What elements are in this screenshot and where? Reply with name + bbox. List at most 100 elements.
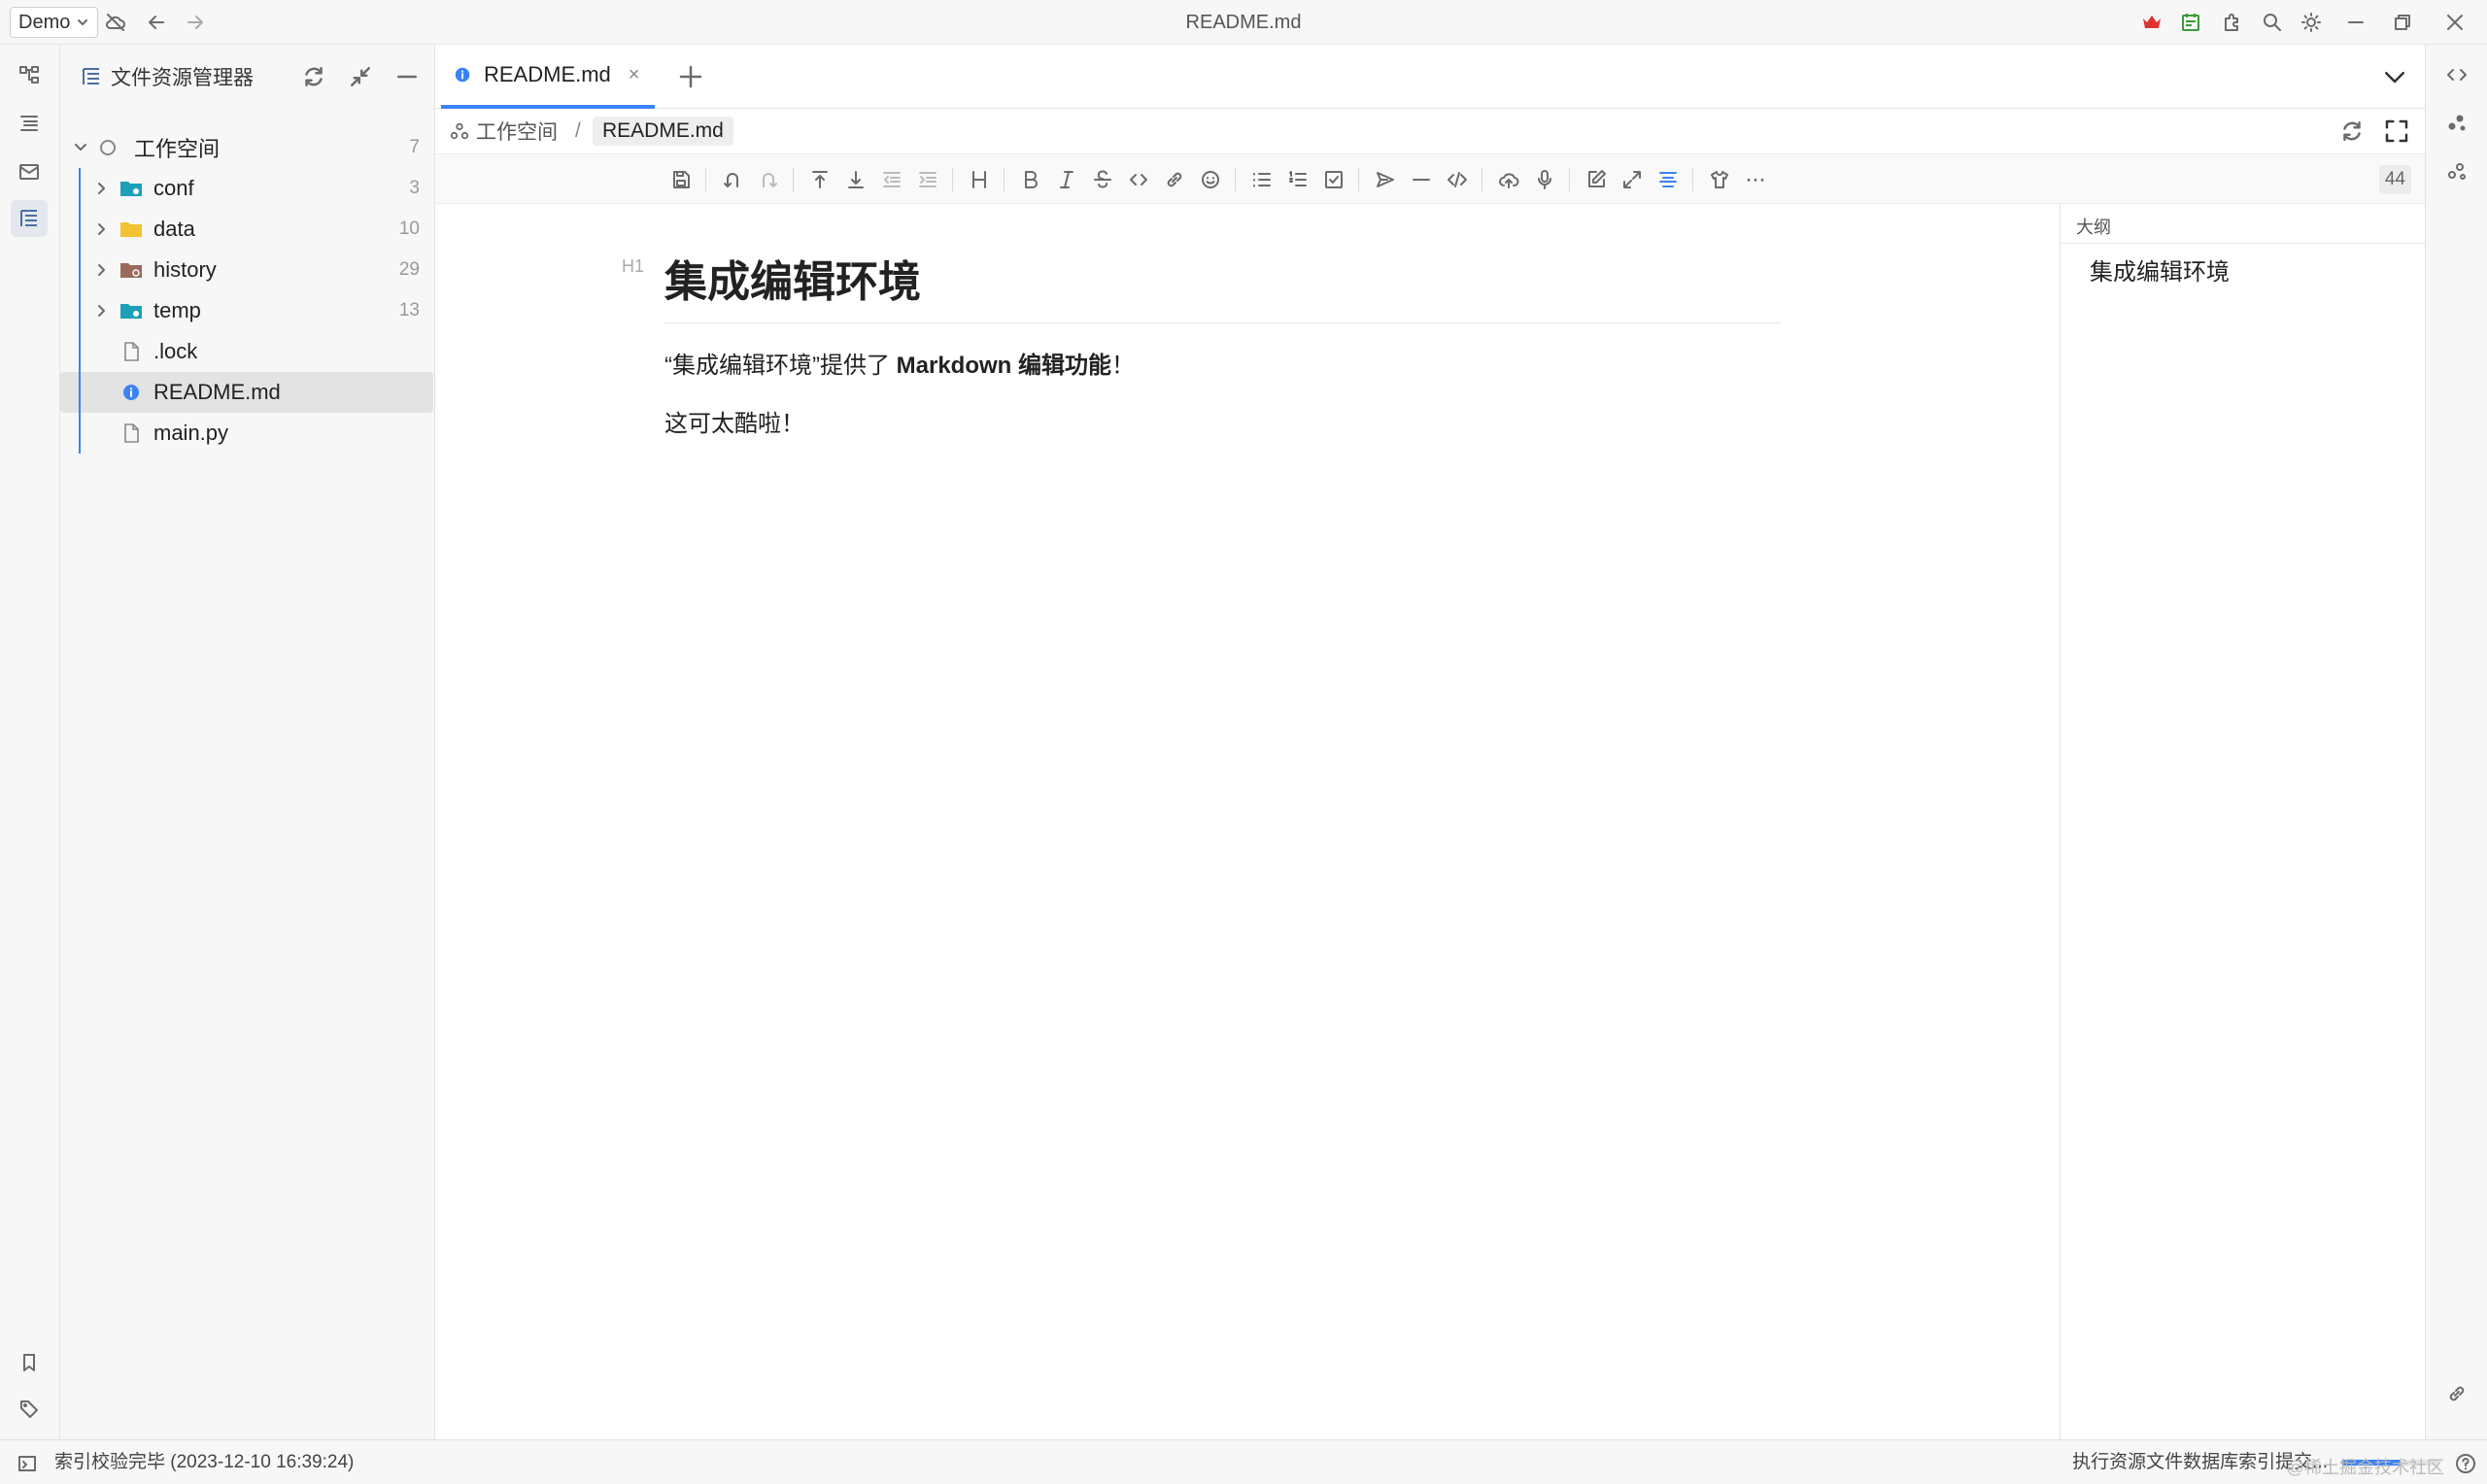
- horizontal-rule-icon[interactable]: [1407, 165, 1436, 194]
- heading-icon[interactable]: [965, 165, 994, 194]
- toolbar-separator: [1692, 168, 1693, 191]
- theme-shirt-icon[interactable]: [1705, 165, 1734, 194]
- close-window-icon[interactable]: [2440, 8, 2470, 37]
- breadcrumb-root-label: 工作空间: [476, 121, 558, 144]
- paragraph-text: “集成编辑环境”提供了: [664, 353, 897, 379]
- tree-root-workspace[interactable]: 工作空间 7: [60, 127, 435, 168]
- tree-label: history: [153, 257, 217, 282]
- collapse-all-icon[interactable]: [346, 62, 375, 91]
- reload-icon[interactable]: [2337, 117, 2367, 146]
- tree-item-history[interactable]: history 29: [60, 250, 435, 290]
- inline-code-icon[interactable]: [1124, 165, 1153, 194]
- global-graph-icon[interactable]: [2438, 153, 2475, 190]
- help-icon[interactable]: [2454, 1452, 2477, 1475]
- insert-before-icon[interactable]: [805, 165, 835, 194]
- folder-teal-icon: [120, 182, 142, 196]
- file-tree-icon: [83, 68, 99, 84]
- bookmark-icon[interactable]: [11, 1344, 48, 1381]
- tab-readme[interactable]: README.md ×: [441, 45, 655, 109]
- workspace-select[interactable]: Demo: [10, 7, 99, 38]
- tag-icon[interactable]: [11, 1391, 48, 1428]
- outdent-icon[interactable]: [877, 165, 906, 194]
- breadcrumb-separator: /: [575, 119, 581, 142]
- tree-count: 10: [398, 219, 420, 239]
- outline-item[interactable]: 集成编辑环境: [2090, 253, 2230, 287]
- chevron-down-icon: [78, 19, 88, 25]
- tree-label: temp: [153, 298, 201, 322]
- redo-icon[interactable]: [754, 165, 783, 194]
- strikethrough-icon[interactable]: [1088, 165, 1117, 194]
- align-center-icon[interactable]: [1653, 165, 1683, 194]
- document-paragraph-2[interactable]: 这可太酷啦！: [664, 404, 804, 438]
- quote-icon[interactable]: [1371, 165, 1400, 194]
- theme-sun-icon[interactable]: [2297, 8, 2326, 37]
- breadcrumb-current: README.md: [593, 117, 733, 146]
- tree-item-data[interactable]: data 10: [60, 209, 435, 250]
- tree-item-main-py[interactable]: main.py: [60, 413, 435, 454]
- right-dock: [2425, 45, 2487, 1439]
- calendar-icon[interactable]: [2176, 8, 2205, 37]
- crown-icon[interactable]: [2137, 8, 2166, 37]
- indent-icon[interactable]: [913, 165, 942, 194]
- toolbar-separator: [1358, 168, 1359, 191]
- tab-close-icon[interactable]: ×: [629, 64, 640, 86]
- tree-item-readme[interactable]: README.md: [60, 372, 433, 413]
- plugin-icon[interactable]: [2217, 8, 2246, 37]
- outline-list-icon[interactable]: [11, 105, 48, 142]
- restore-icon[interactable]: [2388, 8, 2417, 37]
- microphone-icon[interactable]: [1530, 165, 1559, 194]
- more-icon[interactable]: [1741, 165, 1770, 194]
- new-tab-icon[interactable]: [676, 62, 705, 91]
- save-icon[interactable]: [666, 165, 696, 194]
- tree-item-lock[interactable]: .lock: [60, 331, 435, 372]
- breadcrumb-root[interactable]: 工作空间: [449, 117, 558, 146]
- editor-content[interactable]: H1 集成编辑环境 “集成编辑环境”提供了 Markdown 编辑功能！ 这可太…: [435, 204, 2060, 1439]
- minimize-icon[interactable]: [2341, 8, 2370, 37]
- toolbar-separator: [793, 168, 794, 191]
- inbox-icon[interactable]: [11, 153, 48, 190]
- code-toggle-icon[interactable]: [2438, 56, 2475, 93]
- insert-after-icon[interactable]: [841, 165, 870, 194]
- chevron-right-icon: [98, 223, 105, 235]
- document-heading[interactable]: 集成编辑环境: [664, 247, 1782, 323]
- upload-icon[interactable]: [1494, 165, 1523, 194]
- checklist-icon[interactable]: [1319, 165, 1348, 194]
- expand-icon[interactable]: [1618, 165, 1647, 194]
- refresh-icon[interactable]: [299, 62, 328, 91]
- tree-indent-guide: [79, 168, 81, 454]
- paragraph-text: ！: [1111, 353, 1135, 379]
- minimize-panel-icon[interactable]: [392, 62, 422, 91]
- status-panel-icon[interactable]: [16, 1452, 39, 1475]
- tree-label: data: [153, 217, 195, 241]
- ordered-list-icon[interactable]: [1283, 165, 1312, 194]
- tab-list-chevron-icon[interactable]: [2380, 62, 2409, 91]
- emoji-icon[interactable]: [1196, 165, 1225, 194]
- tree-label: 工作空间: [134, 137, 221, 161]
- tree-item-temp[interactable]: temp 13: [60, 290, 435, 331]
- backlink-icon[interactable]: [2438, 1375, 2475, 1412]
- undo-icon[interactable]: [718, 165, 747, 194]
- graph-view-icon[interactable]: [2438, 105, 2475, 142]
- breadcrumb-current-wrap[interactable]: README.md: [593, 117, 733, 146]
- tree-count: 29: [398, 259, 420, 280]
- graph-icon[interactable]: [11, 56, 48, 93]
- link-icon[interactable]: [1160, 165, 1189, 194]
- workspace-select-label: Demo: [18, 11, 71, 33]
- tree-item-conf[interactable]: conf 3: [60, 168, 435, 209]
- file-tree-icon[interactable]: [11, 200, 48, 237]
- fullscreen-icon[interactable]: [2382, 117, 2411, 146]
- cloud-sync-icon[interactable]: [101, 8, 130, 37]
- chevron-right-icon: [98, 264, 105, 276]
- folder-yellow-icon: [120, 222, 142, 237]
- document-paragraph-1[interactable]: “集成编辑环境”提供了 Markdown 编辑功能！: [664, 346, 1135, 380]
- forward-arrow-icon[interactable]: [181, 8, 210, 37]
- bullet-list-icon[interactable]: [1247, 165, 1277, 194]
- back-arrow-icon[interactable]: [142, 8, 171, 37]
- italic-icon[interactable]: [1052, 165, 1081, 194]
- code-block-icon[interactable]: [1443, 165, 1472, 194]
- search-icon[interactable]: [2258, 8, 2287, 37]
- edit-mode-icon[interactable]: [1582, 165, 1611, 194]
- title-bar: README.md Demo: [0, 0, 2487, 45]
- info-icon: [123, 385, 139, 400]
- bold-icon[interactable]: [1016, 165, 1045, 194]
